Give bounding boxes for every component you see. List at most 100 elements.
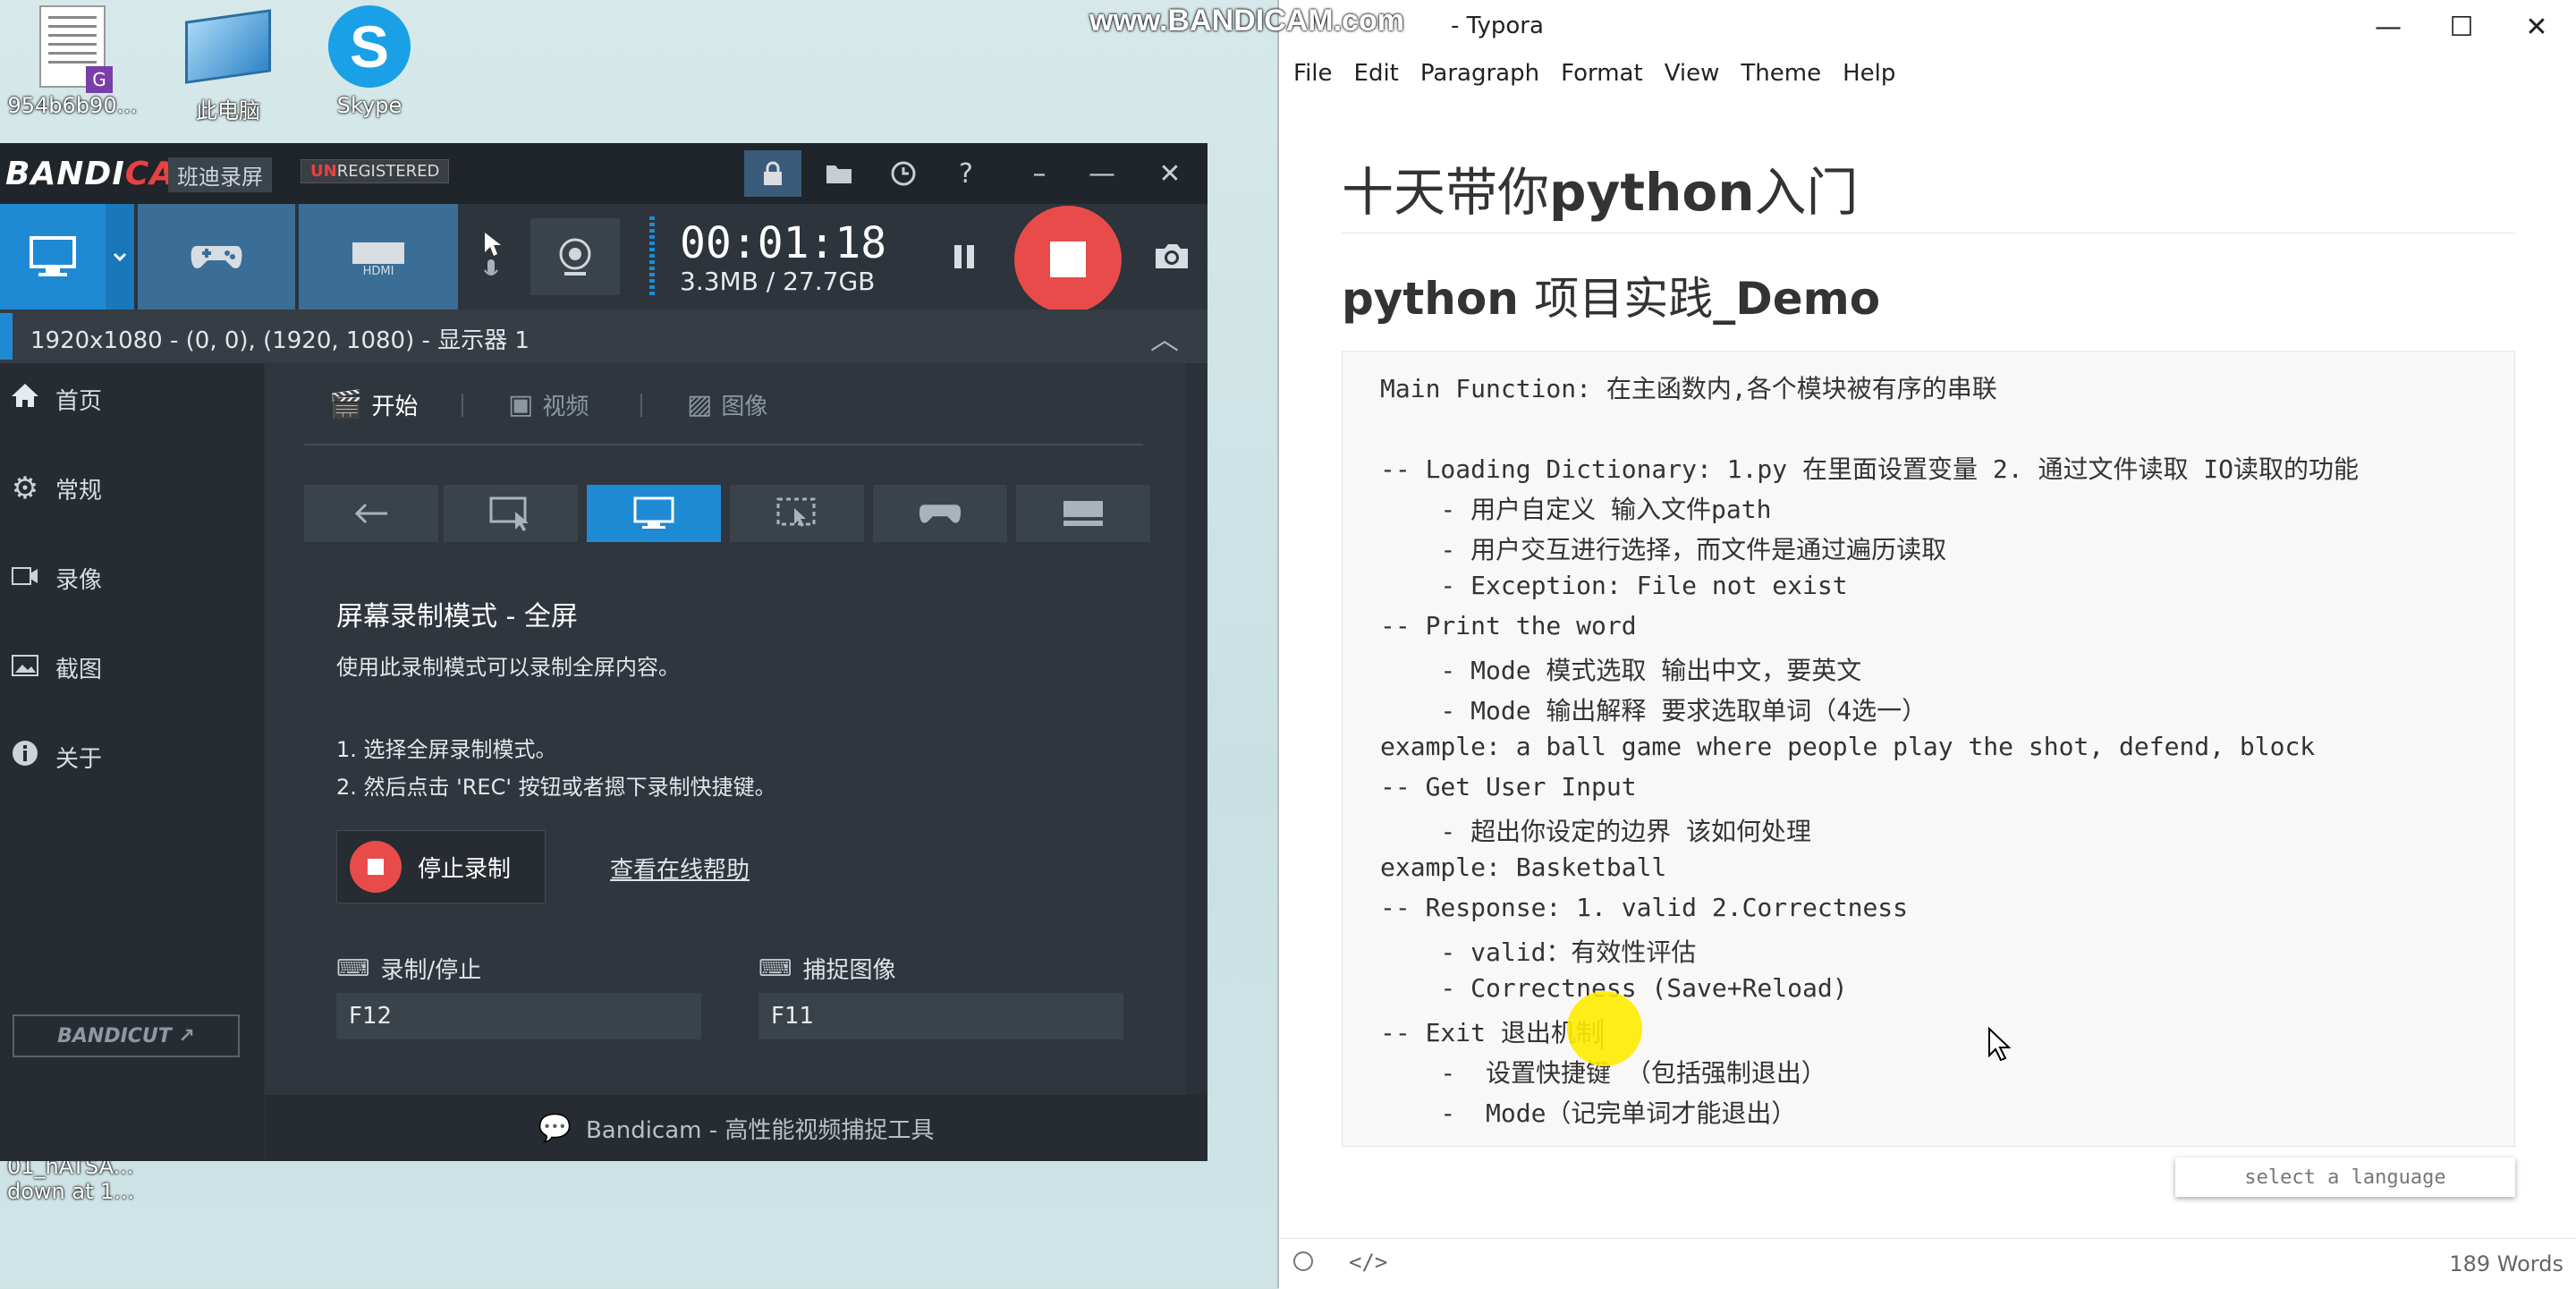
bandicam-titlebar[interactable]: BANDICAM 班迪录屏 UNREGISTERED ? – — ✕ [0,143,1208,204]
tab-start[interactable]: 🎬 开始 [329,388,418,421]
restore-icon[interactable]: — [1073,150,1131,197]
resolution-bar-accent [0,313,13,360]
code-line: Main Function: 在主函数内,各个模块被有序的串联 [1380,374,1997,403]
online-help-link[interactable]: 查看在线帮助 [610,852,750,885]
tab-label: 开始 [371,394,419,420]
bandicam-footer: 💬 Bandicam - 高性能视频捕捉工具 [265,1095,1208,1161]
step-1: 1. 选择全屏录制模式。 [336,737,557,762]
tab-video[interactable]: ▣ 视频 [508,388,589,421]
game-mode-icon[interactable] [138,204,295,310]
hotkey-capture-input[interactable]: F11 [758,993,1123,1039]
heading-1[interactable]: 十天带你python入门 [1342,150,1859,225]
mouse-pointer-icon [1988,1027,2012,1062]
game-mode-icon[interactable] [873,485,1007,542]
stop-recording-button[interactable]: 停止录制 [336,830,546,903]
fullscreen-mode-icon[interactable] [587,485,721,542]
maximize-icon[interactable]: ☐ [2426,5,2497,48]
sidebar-item-label: 首页 [55,387,103,415]
device-mode-icon[interactable] [1016,485,1150,542]
info-icon [7,739,43,776]
desktop-icon-this-pc[interactable]: 此电脑 [161,5,295,124]
editor-area[interactable]: 十天带你python入门 python 项目实践_Demo Main Funct… [1279,93,2576,1238]
folder-icon[interactable] [810,150,868,197]
desktop-icon-label[interactable]: down at 1... [7,1179,134,1204]
back-icon[interactable] [304,485,438,542]
resolution-bar[interactable]: 1920x1080 - (0, 0), (1920, 1080) - 显示器 1… [0,310,1208,363]
sidebar-item-home[interactable]: 首页 [0,372,264,426]
code-line: - Mode 模式选取 输出中文，要英文 [1380,656,1862,685]
tab-image[interactable]: ▨ 图像 [687,388,767,421]
sidebar-item-label: 常规 [55,477,103,505]
sidebar-item-label: 关于 [55,745,103,773]
pause-icon[interactable] [937,204,991,310]
lock-icon[interactable] [744,150,801,197]
hotkey-record-label: ⌨ 录制/停止 [336,954,482,985]
code-line: - 用户自定义 输入文件path [1380,495,1772,524]
this-pc-icon [183,5,273,88]
menu-file[interactable]: File [1293,60,1333,87]
language-select[interactable]: select a language [2175,1158,2515,1197]
cursor-highlight [1567,991,1642,1066]
mode-heading: 屏幕录制模式 - 全屏 [336,601,578,632]
circle-icon[interactable] [1293,1251,1313,1271]
rec-stop-button[interactable] [1014,206,1122,313]
skype-icon: S [325,5,414,88]
typora-titlebar[interactable]: www.BANDICAM.com - Typora — ☐ ✕ [1089,0,2576,54]
desktop-icon-label: 此电脑 [196,98,260,123]
code-line: -- Response: 1. valid 2.Correctness [1380,893,1909,922]
code-line: example: Basketball [1380,852,1667,882]
sidebar-item-general[interactable]: ⚙ 常规 [0,462,264,515]
around-mouse-icon[interactable] [730,485,864,542]
chevron-down-icon[interactable] [106,204,134,310]
camera-icon[interactable] [1145,204,1199,310]
webcam-icon[interactable] [519,204,631,310]
mode-description: 使用此录制模式可以录制全屏内容。 [336,655,680,680]
window-title: - Typora [1451,13,1544,39]
menu-format[interactable]: Format [1561,60,1643,87]
status-bar: </> 189 Words [1279,1238,2576,1289]
sidebar-item-video[interactable]: 录像 [0,551,264,605]
menu-help[interactable]: Help [1843,60,1895,87]
code-block[interactable]: Main Function: 在主函数内,各个模块被有序的串联 -- Loadi… [1342,351,2515,1147]
document-icon: G [28,5,117,93]
close-icon[interactable]: ✕ [2501,5,2572,48]
code-line: -- Get User Input [1380,772,1637,801]
heading-2[interactable]: python 项目实践_Demo [1342,263,1880,327]
minimize-icon[interactable]: – [1011,150,1068,197]
tab-label: 图像 [721,394,768,420]
menu-paragraph[interactable]: Paragraph [1420,60,1539,87]
desktop-icon-label: 954b6b90... [7,93,138,118]
hotkey-record-input[interactable]: F12 [336,993,701,1039]
cursor-toggle-icon[interactable] [470,204,512,310]
sidebar-item-image[interactable]: 截图 [0,640,264,694]
help-icon[interactable]: ? [937,150,995,197]
close-icon[interactable]: ✕ [1141,150,1199,197]
desktop-icon-skype[interactable]: S Skype [302,5,436,118]
desktop-icon-document[interactable]: G 954b6b90... [5,5,140,118]
hdmi-mode-icon[interactable]: HDMI [299,204,458,310]
code-icon[interactable]: </> [1349,1250,1387,1275]
tab-divider [640,394,642,417]
screen-mode-icon[interactable] [0,204,106,310]
bandicam-toolbar: HDMI 00:01:18 3.3MB / 27.7GB [0,204,1208,313]
start-icon: 🎬 [329,389,363,420]
bandicut-button[interactable]: BANDICUT ↗ [13,1014,240,1057]
tab-underline [304,444,1143,445]
sidebar-item-about[interactable]: 关于 [0,730,264,784]
code-line: -- Loading Dictionary: 1.py 在里面设置变量 2. 通… [1380,454,2360,484]
unregistered-badge: UNREGISTERED [301,159,450,183]
image-icon: ▨ [687,389,713,420]
video-icon [7,560,43,596]
svg-text:HDMI: HDMI [363,265,394,276]
chevron-up-icon[interactable]: ︿ [1150,317,1179,358]
clock-icon[interactable] [875,150,932,197]
menu-edit[interactable]: Edit [1354,60,1399,87]
bandicam-sidebar: 首页 ⚙ 常规 录像 截图 关于 BANDICUT ↗ [0,363,264,1161]
stop-icon [350,841,402,893]
menu-view[interactable]: View [1665,60,1720,87]
menu-theme[interactable]: Theme [1741,60,1821,87]
word-count[interactable]: 189 Words [2449,1251,2563,1276]
code-line: -- Print the word [1380,611,1637,640]
minimize-icon[interactable]: — [2352,5,2424,48]
rectangle-mode-icon[interactable] [444,485,578,542]
